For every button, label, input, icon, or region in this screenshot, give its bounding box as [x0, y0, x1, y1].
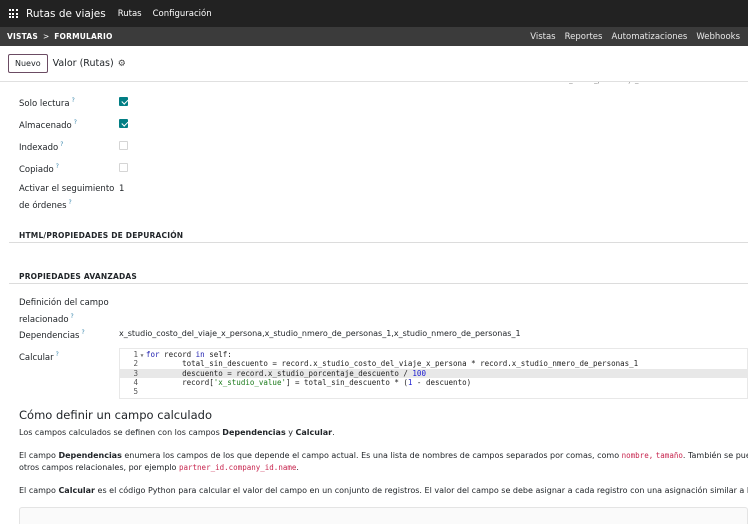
menu-item-configuracion[interactable]: Configuración	[153, 9, 212, 19]
field-properties-panel: x_studio_porcentaje_descuento Solo lectu…	[0, 82, 748, 524]
help-icon[interactable]: ?	[72, 97, 75, 104]
code-line[interactable]: 1 ▼ for record in self:	[120, 350, 748, 359]
studio-tab-webhooks[interactable]: Webhooks	[696, 32, 740, 42]
section-title-advanced: PROPIEDADES AVANZADAS	[19, 272, 137, 281]
help-icon[interactable]: ?	[56, 163, 59, 170]
help-icon[interactable]: ?	[71, 313, 74, 320]
gear-icon[interactable]: ⚙	[118, 59, 126, 69]
tracking-label: Activar el seguimiento de órdenes?	[19, 184, 115, 211]
depends-input[interactable]: x_studio_costo_del_viaje_x_persona,x_stu…	[119, 329, 521, 338]
code-line[interactable]: 5	[120, 387, 748, 396]
help-paragraph: El campo Dependencias enumera los campos…	[19, 451, 748, 460]
menu-item-rutas[interactable]: Rutas	[118, 9, 142, 19]
indexed-label: Indexado?	[19, 141, 64, 153]
section-title-debug: HTML/PROPIEDADES DE DEPURACIÓN	[19, 231, 184, 240]
readonly-checkbox[interactable]	[119, 97, 128, 106]
code-example-box	[19, 507, 748, 524]
related-field-label: Definición del campo relacionado?	[19, 298, 109, 325]
copied-label: Copiado?	[19, 163, 59, 175]
section-divider	[9, 283, 748, 284]
breadcrumb-vistas[interactable]: VISTAS	[7, 32, 38, 41]
code-line-active[interactable]: 3 descuento = record.x_studio_porcentaje…	[120, 368, 748, 378]
help-icon[interactable]: ?	[60, 141, 63, 148]
studio-tab-automatizaciones[interactable]: Automatizaciones	[611, 32, 687, 42]
top-navbar: Rutas de viajes Rutas Configuración	[0, 0, 748, 27]
studio-tab-vistas[interactable]: Vistas	[530, 32, 555, 42]
help-paragraph: Los campos calculados se definen con los…	[19, 428, 335, 437]
line-number: 1	[133, 350, 138, 359]
line-number: 3	[133, 368, 138, 378]
code-line[interactable]: 4 record['x_studio_value'] = total_sin_d…	[120, 378, 748, 387]
apps-grid-icon[interactable]	[0, 0, 26, 27]
readonly-label: Solo lectura?	[19, 97, 75, 109]
help-icon[interactable]: ?	[69, 199, 72, 206]
studio-actions: Vistas Reportes Automatizaciones Webhook…	[521, 32, 748, 42]
line-number: 4	[133, 377, 138, 387]
compute-code-editor[interactable]: 1 ▼ for record in self: 2 total_sin_descue…	[119, 348, 748, 399]
stored-checkbox[interactable]	[119, 119, 128, 128]
help-icon[interactable]: ?	[74, 119, 77, 126]
help-icon[interactable]: ?	[56, 351, 59, 358]
help-title: Cómo definir un campo calculado	[19, 408, 212, 422]
studio-bar: VISTAS > FORMULARIO Vistas Reportes Auto…	[0, 27, 748, 46]
stored-label: Almacenado?	[19, 119, 77, 131]
line-number: 2	[133, 359, 138, 369]
studio-tab-reportes[interactable]: Reportes	[565, 32, 603, 42]
help-icon[interactable]: ?	[81, 329, 84, 336]
section-divider	[9, 242, 748, 243]
copied-checkbox[interactable]	[119, 163, 128, 172]
breadcrumb-formulario: FORMULARIO	[54, 32, 113, 41]
depends-label: Dependencias?	[19, 329, 85, 341]
tracking-value[interactable]: 1	[119, 184, 124, 194]
cut-off-field-value: x_studio_porcentaje_descuento	[565, 82, 675, 84]
app-brand[interactable]: Rutas de viajes	[26, 8, 106, 20]
indexed-checkbox[interactable]	[119, 141, 128, 150]
new-button[interactable]: Nuevo	[8, 54, 48, 73]
code-line[interactable]: 2 total_sin_descuento = record.x_studio_…	[120, 359, 748, 368]
control-panel: Nuevo Valor (Rutas) ⚙	[0, 46, 748, 82]
page-title: Valor (Rutas)	[52, 58, 114, 69]
line-number: 5	[133, 387, 138, 397]
breadcrumb-separator: >	[42, 32, 50, 41]
compute-label: Calcular?	[19, 351, 59, 363]
help-paragraph: El campo Calcular es el código Python pa…	[19, 486, 748, 495]
help-paragraph: otros campos relacionales, por ejemplo p…	[19, 463, 299, 472]
